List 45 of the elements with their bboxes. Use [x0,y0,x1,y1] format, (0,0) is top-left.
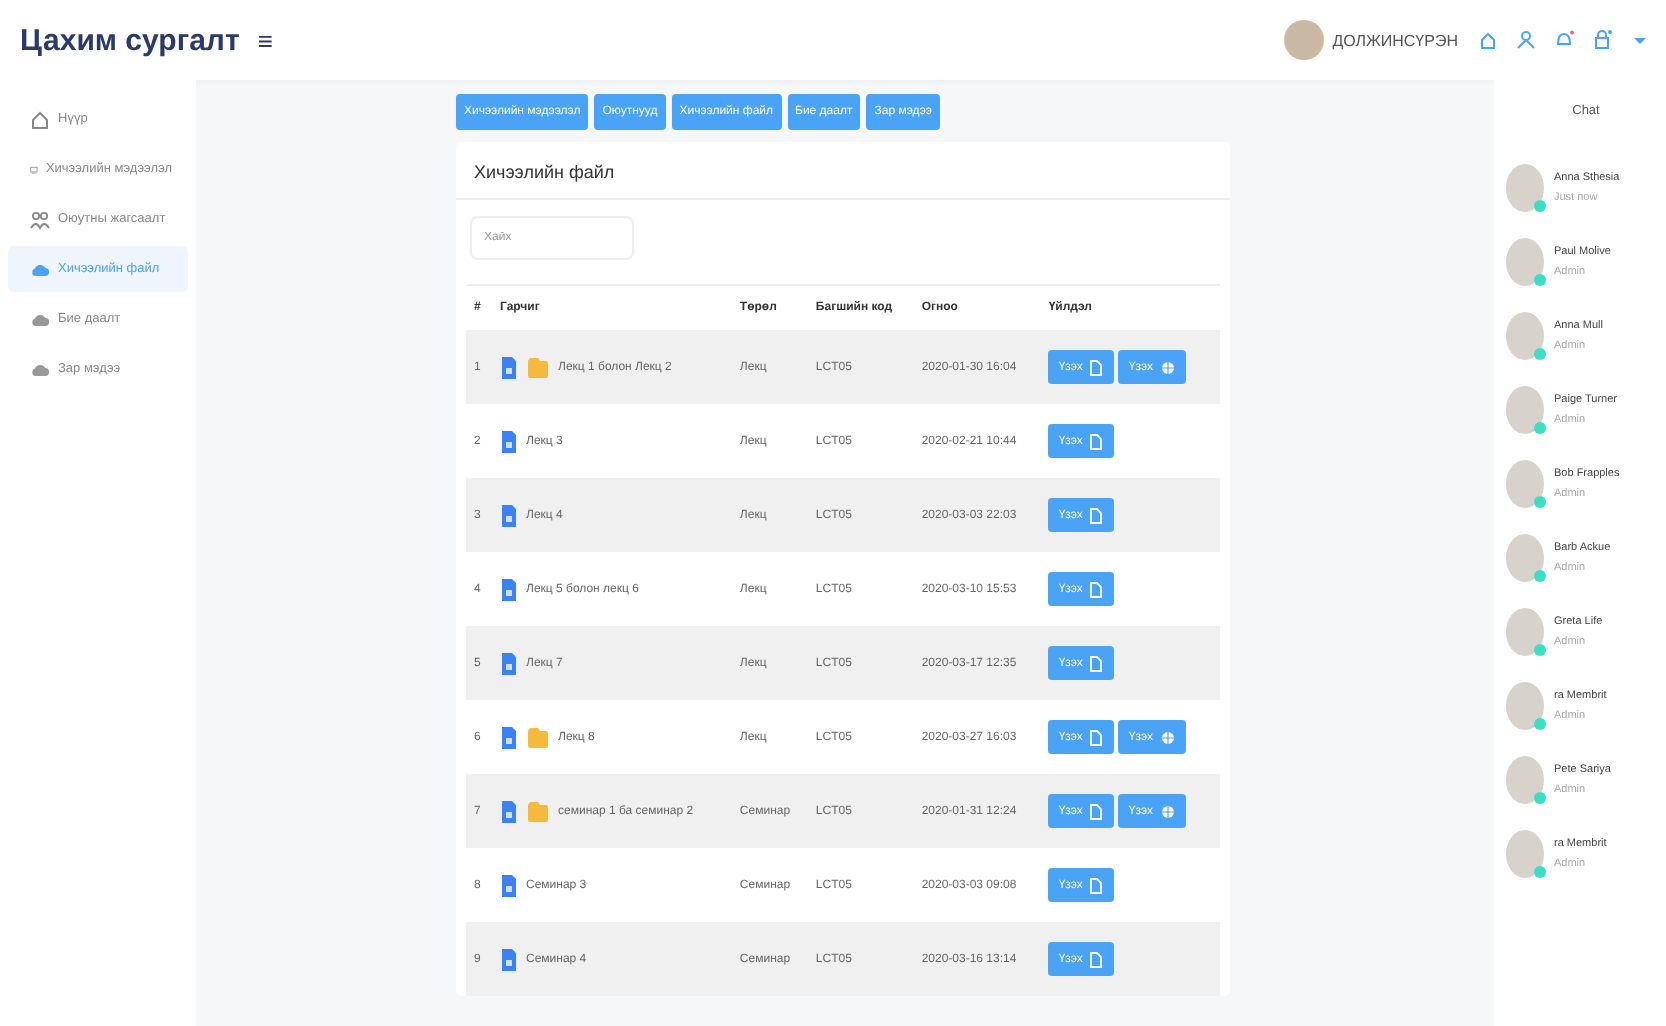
file-icon [1088,433,1105,449]
globe-icon [1159,803,1175,819]
user-icon[interactable] [1516,30,1536,50]
home-icon [30,109,50,129]
cloud-icon [30,359,50,379]
document-icon [500,651,518,675]
globe-icon [1159,359,1175,375]
avatar[interactable] [1506,237,1544,285]
cloud-icon [30,309,50,329]
file-icon [1088,877,1105,893]
document-icon [500,725,518,749]
file-icon [1088,581,1105,597]
people-icon [30,209,50,229]
document-icon [500,429,518,453]
card-title: Хичээлийн файл [456,142,1230,200]
avatar[interactable] [1506,533,1544,581]
file-icon [1088,729,1105,745]
document-icon [500,577,518,601]
file-icon [1088,655,1105,671]
home-icon[interactable] [1478,30,1498,50]
user-name[interactable]: ДОЛЖИНСҮРЭН [1332,31,1458,49]
app-title: Цахим сургалт [20,23,240,57]
file-icon [1088,951,1105,967]
file-icon [1088,507,1105,523]
cloud-icon [30,259,50,279]
avatar[interactable] [1506,829,1544,877]
bell-icon[interactable] [1554,30,1574,50]
file-icon [1088,359,1105,375]
document-icon [500,873,518,897]
avatar[interactable] [1506,607,1544,655]
avatar[interactable] [1506,755,1544,803]
globe-icon [1159,729,1175,745]
file-icon [1088,803,1105,819]
document-icon [500,947,518,971]
avatar[interactable] [1506,681,1544,729]
document-icon [500,355,518,379]
avatar[interactable] [1506,459,1544,507]
lock-icon[interactable] [1592,30,1612,50]
avatar[interactable] [1506,163,1544,211]
menu-icon[interactable]: ≡ [257,25,273,55]
document-icon [500,799,518,823]
document-icon [500,503,518,527]
user-avatar[interactable] [1284,20,1325,60]
avatar[interactable] [1506,385,1544,433]
avatar[interactable] [1506,311,1544,359]
